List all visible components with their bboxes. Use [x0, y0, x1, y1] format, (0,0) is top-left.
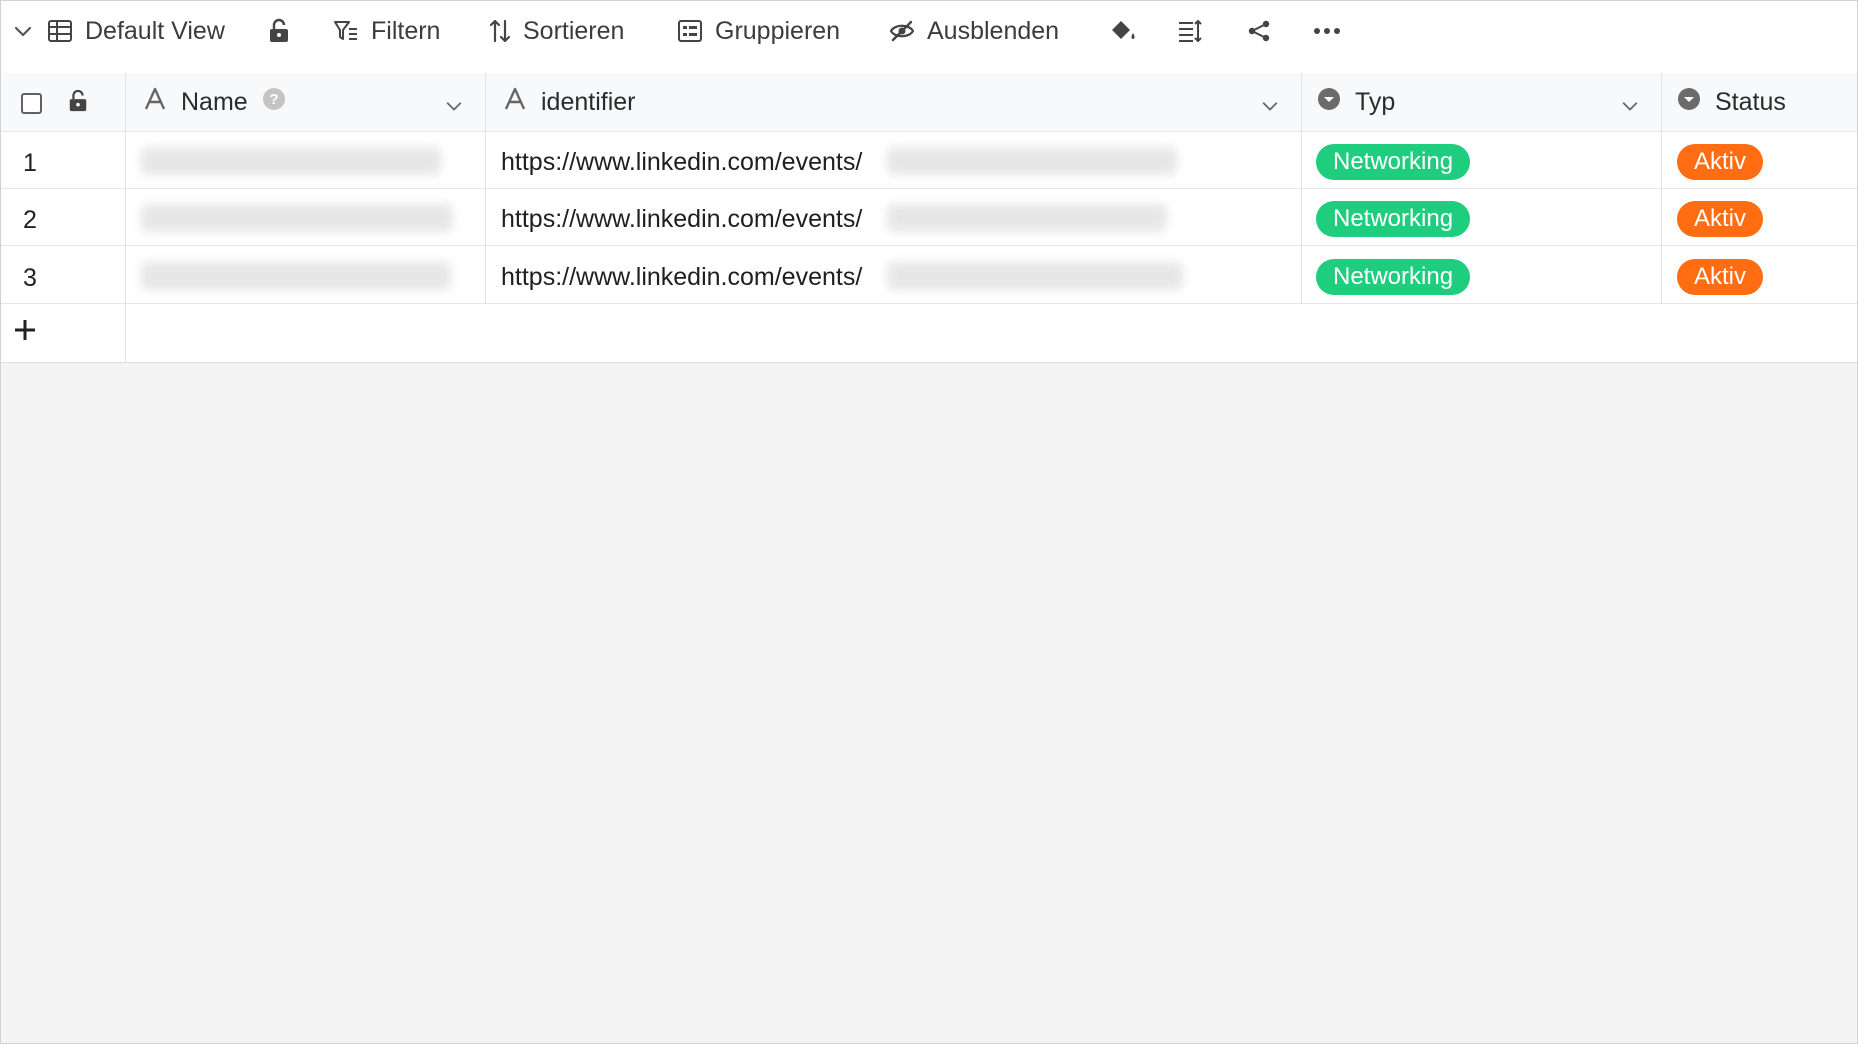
chevron-down-icon: [13, 21, 33, 41]
data-grid: Name ? identifier Typ Status 1 https://w…: [1, 73, 1857, 363]
group-icon: [677, 18, 703, 44]
column-label-name: Name: [181, 87, 248, 116]
redacted-name[interactable]: [141, 147, 441, 175]
lock-open-icon: [267, 18, 291, 44]
row-number: 2: [23, 206, 37, 234]
column-divider: [485, 73, 486, 303]
chevron-down-icon[interactable]: [1261, 93, 1279, 122]
chevron-down-icon[interactable]: [445, 93, 463, 122]
row-color-button[interactable]: [1109, 1, 1137, 61]
column-header-name[interactable]: Name ?: [127, 73, 485, 131]
grid-header: Name ? identifier Typ Status: [1, 73, 1857, 131]
filter-button[interactable]: Filtern: [333, 1, 440, 61]
identifier-cell[interactable]: https://www.linkedin.com/events/: [501, 263, 862, 292]
select-all-checkbox[interactable]: [21, 93, 42, 114]
single-select-icon: [1317, 87, 1341, 118]
eye-off-icon: [889, 19, 915, 43]
redacted-identifier-suffix: [887, 147, 1177, 175]
share-button[interactable]: [1247, 1, 1271, 61]
typ-pill[interactable]: Networking: [1316, 144, 1471, 180]
column-divider: [125, 73, 126, 362]
row-divider: [1, 303, 1857, 304]
status-pill[interactable]: Aktiv: [1677, 144, 1764, 180]
share-icon: [1247, 19, 1271, 43]
paint-bucket-icon: [1109, 18, 1137, 44]
sort-label: Sortieren: [523, 16, 625, 45]
single-select-icon: [1677, 87, 1701, 118]
app-window: Default View Filtern Sortieren Gruppiere…: [0, 0, 1858, 1044]
column-label-status: Status: [1715, 87, 1786, 116]
hide-fields-label: Ausblenden: [927, 16, 1060, 45]
plus-icon: [13, 320, 37, 346]
column-header-status[interactable]: Status: [1663, 73, 1857, 131]
lock-open-icon[interactable]: [67, 89, 89, 118]
identifier-cell[interactable]: https://www.linkedin.com/events/: [501, 205, 862, 234]
row-number: 3: [23, 264, 37, 292]
redacted-identifier-suffix: [887, 262, 1183, 290]
text-type-icon: [143, 87, 167, 118]
redacted-name[interactable]: [141, 262, 451, 290]
identifier-cell[interactable]: https://www.linkedin.com/events/: [501, 148, 862, 177]
header-divider: [1, 131, 1857, 132]
status-pill[interactable]: Aktiv: [1677, 201, 1764, 237]
row-divider: [1, 245, 1857, 246]
view-selector[interactable]: Default View: [47, 1, 225, 61]
typ-pill[interactable]: Networking: [1316, 201, 1471, 237]
filter-icon: [333, 19, 359, 43]
hide-fields-button[interactable]: Ausblenden: [889, 1, 1059, 61]
help-icon[interactable]: ?: [262, 87, 286, 118]
typ-pill[interactable]: Networking: [1316, 259, 1471, 295]
group-button[interactable]: Gruppieren: [677, 1, 840, 61]
view-name: Default View: [85, 16, 225, 45]
column-label-identifier: identifier: [541, 87, 636, 116]
row-height-button[interactable]: [1177, 1, 1203, 61]
row-divider: [1, 188, 1857, 189]
column-divider: [1301, 73, 1302, 303]
chevron-down-icon[interactable]: [1621, 93, 1639, 122]
group-label: Gruppieren: [715, 16, 841, 45]
empty-canvas-area: [1, 363, 1857, 1043]
filter-label: Filtern: [371, 16, 441, 45]
sort-icon: [489, 18, 511, 44]
column-header-typ[interactable]: Typ: [1303, 73, 1661, 131]
row-number: 1: [23, 149, 37, 177]
status-pill[interactable]: Aktiv: [1677, 259, 1764, 295]
row-height-icon: [1177, 19, 1203, 43]
column-label-typ: Typ: [1355, 87, 1396, 116]
svg-text:?: ?: [269, 91, 278, 108]
table-icon: [47, 18, 73, 44]
redacted-identifier-suffix: [887, 204, 1167, 232]
view-menu-chevron[interactable]: [13, 1, 33, 61]
more-icon: [1313, 27, 1341, 35]
column-divider: [1661, 73, 1662, 303]
column-header-identifier[interactable]: identifier: [487, 73, 1301, 131]
text-type-icon: [503, 87, 527, 118]
view-toolbar: Default View Filtern Sortieren Gruppiere…: [1, 1, 1857, 74]
sort-button[interactable]: Sortieren: [489, 1, 624, 61]
more-options-button[interactable]: [1313, 1, 1341, 61]
redacted-name[interactable]: [141, 204, 453, 232]
add-row-button[interactable]: [13, 318, 37, 347]
view-lock-button[interactable]: [267, 1, 291, 61]
